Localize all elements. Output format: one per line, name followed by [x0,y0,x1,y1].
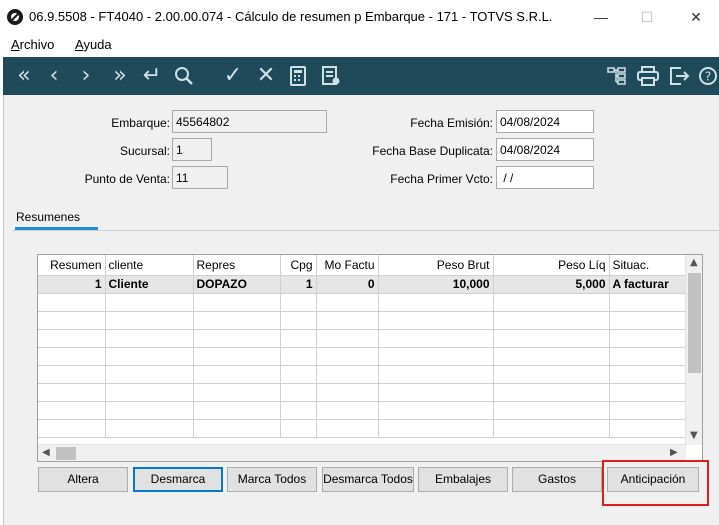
tree-icon[interactable] [605,61,629,91]
next-icon[interactable]: › [75,61,97,91]
resumenes-grid[interactable]: Resumen cliente Repres Cpg Mo Factu Peso… [37,254,703,462]
empty-row[interactable] [38,311,688,330]
cell-situac: A facturar [609,275,688,294]
fecha-primer-vcto-field[interactable]: / / [496,166,594,189]
cell-mo-factu: 0 [316,275,379,294]
highlight-annotation [602,460,709,506]
notes-icon[interactable] [319,61,343,91]
cancel-icon[interactable]: ✕ [253,61,279,91]
desmarca-button[interactable]: Desmarca [133,467,223,492]
gastos-button[interactable]: Gastos [512,467,602,492]
col-header-peso-brut[interactable]: Peso Brut [378,255,494,276]
altera-button[interactable]: Altera [38,467,128,492]
menu-archivo[interactable]: Archivo [11,37,54,52]
confirm-icon[interactable]: ✓ [219,61,247,91]
close-button[interactable]: ✕ [673,0,719,34]
sucursal-label: Sucursal: [119,144,170,158]
empty-row[interactable] [38,419,688,438]
empty-row[interactable] [38,347,688,366]
cell-cliente: Cliente [105,275,194,294]
embarque-field[interactable]: 45564802 [172,110,327,133]
col-header-peso-liq[interactable]: Peso Líq [493,255,610,276]
menu-ayuda[interactable]: Ayuda [75,37,112,52]
punto-de-venta-field[interactable]: 11 [172,166,228,189]
toolbar: « ‹ › » ↵ ✓ ✕ ? [3,57,719,95]
calculator-icon[interactable] [287,61,309,91]
cell-cpg: 1 [280,275,317,294]
punto-de-venta-label: Punto de Venta: [84,172,170,186]
empty-row[interactable] [38,329,688,348]
scroll-down-icon[interactable]: ▼ [690,430,698,441]
exit-icon[interactable] [667,61,693,91]
scroll-up-icon[interactable]: ▲ [690,257,698,268]
print-icon[interactable] [635,61,661,91]
sucursal-field[interactable]: 1 [172,138,212,161]
fecha-base-duplicata-label: Fecha Base Duplicata: [372,144,493,158]
first-icon[interactable]: « [11,61,37,91]
fecha-emision-label: Fecha Emisión: [410,116,493,130]
desmarca-todos-button[interactable]: Desmarca Todos [322,467,414,492]
horizontal-scroll-thumb[interactable] [56,447,76,460]
fecha-primer-vcto-label: Fecha Primer Vcto: [390,172,493,186]
marca-todos-button[interactable]: Marca Todos [227,467,317,492]
empty-row[interactable] [38,365,688,384]
col-header-cpg[interactable]: Cpg [280,255,317,276]
previous-icon[interactable]: ‹ [43,61,65,91]
cell-peso-brut: 10,000 [378,275,494,294]
cell-resumen: 1 [38,275,106,294]
col-header-mo-factu[interactable]: Mo Factu [316,255,379,276]
vertical-scroll-thumb[interactable] [688,273,701,373]
cell-repres: DOPAZO [193,275,281,294]
menu-bar: Archivo Ayuda [0,34,719,56]
horizontal-scrollbar[interactable]: ◀ ▶ [38,444,686,461]
col-header-resumen[interactable]: Resumen [38,255,106,276]
scroll-left-icon[interactable]: ◀ [42,447,50,458]
cell-peso-liq: 5,000 [493,275,610,294]
scroll-right-icon[interactable]: ▶ [670,447,678,458]
svg-text:?: ? [705,70,711,84]
fecha-emision-field[interactable]: 04/08/2024 [496,110,594,133]
grid-table: Resumen cliente Repres Cpg Mo Factu Peso… [38,255,688,438]
col-header-repres[interactable]: Repres [193,255,281,276]
app-icon [7,9,23,25]
tab-divider [12,230,719,231]
col-header-cliente[interactable]: cliente [105,255,194,276]
embarque-label: Embarque: [111,116,170,130]
fecha-base-duplicata-field[interactable]: 04/08/2024 [496,138,594,161]
empty-row[interactable] [38,401,688,420]
empty-row[interactable] [38,383,688,402]
minimize-button[interactable]: — [578,0,624,34]
return-icon[interactable]: ↵ [139,61,165,91]
empty-row[interactable] [38,293,688,312]
search-icon[interactable] [171,61,197,91]
maximize-button[interactable]: ☐ [624,0,670,34]
grid-header-row: Resumen cliente Repres Cpg Mo Factu Peso… [38,255,688,276]
window-title: 06.9.5508 - FT4040 - 2.00.00.074 - Cálcu… [29,9,553,24]
col-header-situac[interactable]: Situac. [609,255,688,276]
help-icon[interactable]: ? [697,61,719,91]
vertical-scrollbar[interactable]: ▲ ▼ [685,255,702,445]
tab-resumenes[interactable]: Resumenes [16,210,80,224]
last-icon[interactable]: » [107,61,133,91]
table-row[interactable]: 1 Cliente DOPAZO 1 0 10,000 5,000 A fact… [38,275,688,294]
embalajes-button[interactable]: Embalajes [418,467,508,492]
title-bar: 06.9.5508 - FT4040 - 2.00.00.074 - Cálcu… [0,0,719,34]
